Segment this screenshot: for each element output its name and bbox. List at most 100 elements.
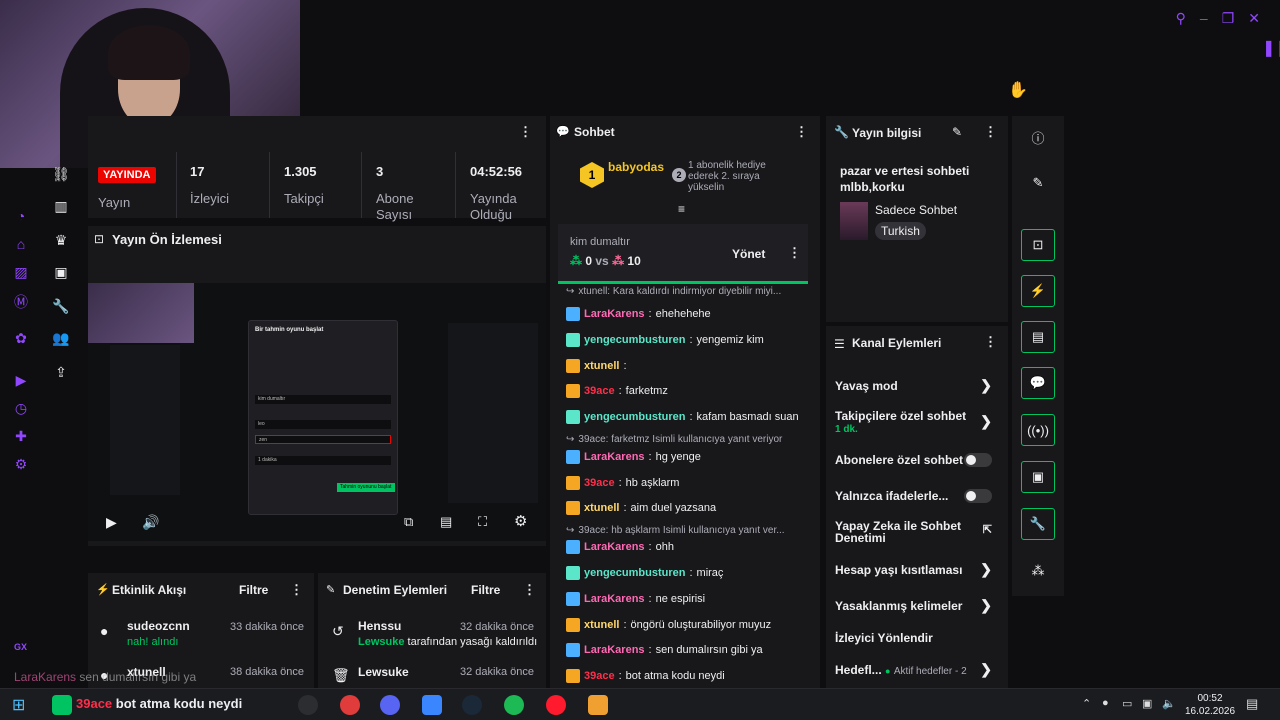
speaker-icon[interactable]: 🔈: [1162, 697, 1176, 710]
chat-username[interactable]: xtunell: [584, 619, 619, 631]
network-icon[interactable]: ▣: [1142, 697, 1152, 710]
stream-stats: ⋮ YAYINDA Yayın 17 İzleyici 1.305 Takipç…: [88, 116, 546, 222]
steam-icon[interactable]: [462, 695, 482, 715]
chat-username[interactable]: LaraKarens: [584, 541, 645, 553]
discord-icon[interactable]: [380, 695, 400, 715]
media-icon[interactable]: ▣: [52, 264, 70, 282]
openai-icon[interactable]: ✿: [12, 330, 30, 348]
volume-icon[interactable]: 🔊: [142, 514, 159, 531]
tray-chevron-icon[interactable]: ⌃: [1082, 697, 1091, 710]
manage-button[interactable]: Yönet: [732, 247, 765, 261]
play-icon[interactable]: ▶: [106, 514, 117, 531]
goals-row[interactable]: Hedefl... ● Aktif hedefler - 2 ❯: [835, 661, 1000, 677]
activity-more-icon[interactable]: ⋮: [290, 582, 303, 598]
settings-icon[interactable]: ⚙: [12, 456, 30, 474]
chat-username[interactable]: xtunell: [584, 360, 619, 372]
video-player[interactable]: Bir tahmin oyunu başlat kim dumaltır leo…: [88, 283, 546, 541]
mod-more-icon[interactable]: ⋮: [523, 582, 536, 598]
category-name[interactable]: Sadece Sohbet: [875, 203, 957, 217]
twitch-icon[interactable]: ▨: [12, 264, 30, 282]
emotes-only-row[interactable]: Yalnızca ifadelerle...: [835, 489, 1000, 503]
restore-icon[interactable]: ❐: [1222, 10, 1235, 27]
info-more-icon[interactable]: ⋮: [984, 124, 997, 140]
chat-username[interactable]: 39ace: [584, 477, 615, 489]
stat-followers: 1.305 Takipçi: [284, 164, 324, 206]
pip-icon[interactable]: ⧉: [404, 514, 413, 530]
subs-only-toggle[interactable]: [964, 453, 992, 467]
channel-more-icon[interactable]: ⋮: [984, 334, 997, 350]
chat-more-icon[interactable]: ⋮: [795, 124, 808, 140]
battery-icon[interactable]: ▭: [1122, 697, 1132, 710]
mod-filter[interactable]: Filtre: [471, 583, 500, 597]
notification-icon[interactable]: ▤: [1246, 696, 1258, 712]
broadcast-icon[interactable]: ((•)): [1021, 414, 1055, 446]
banned-words-row[interactable]: Yasaklanmış kelimeler ❯: [835, 597, 1000, 613]
redirect-row[interactable]: İzleyici Yönlendir: [835, 631, 1000, 645]
chat-username[interactable]: yengecumbusturen: [584, 334, 685, 346]
trophy-icon[interactable]: ♛: [52, 232, 70, 250]
bolt-icon[interactable]: ⚡: [1021, 275, 1055, 307]
user-badge-icon: [566, 307, 580, 321]
activity-filter[interactable]: Filtre: [239, 583, 268, 597]
prediction-icon[interactable]: ⁂: [1021, 555, 1055, 587]
chat-username[interactable]: LaraKarens: [584, 308, 645, 320]
minimize-icon[interactable]: –: [1200, 10, 1208, 27]
extension-icon[interactable]: ⌂: [12, 236, 30, 254]
subs-only-row[interactable]: Abonelere özel sohbet: [835, 453, 1000, 467]
wrench-icon[interactable]: 🔧: [1021, 508, 1055, 540]
monitor-icon[interactable]: [422, 695, 442, 715]
edit-icon[interactable]: ✎: [952, 125, 962, 139]
app-icon[interactable]: [52, 695, 72, 715]
link-icon[interactable]: ⛓: [52, 166, 70, 184]
history-icon[interactable]: ◷: [12, 400, 30, 418]
chat-username[interactable]: 39ace: [584, 670, 615, 682]
raid-icon[interactable]: ▣: [1021, 461, 1055, 493]
messenger-icon[interactable]: Ⓜ: [12, 292, 30, 310]
followers-only-row[interactable]: Takipçilere özel sohbet 1 dk. ❯: [835, 409, 1000, 435]
left-outcome-icon: ⁂: [570, 254, 582, 268]
spotify-icon[interactable]: [504, 695, 524, 715]
unban-icon: ↺: [332, 623, 344, 639]
obs-icon[interactable]: [340, 695, 360, 715]
chat-username[interactable]: LaraKarens: [584, 644, 645, 656]
chat-username[interactable]: yengecumbusturen: [584, 411, 685, 423]
shield-icon: ✎: [326, 584, 336, 596]
upload-icon[interactable]: ⇪: [52, 364, 70, 382]
clock[interactable]: 00:52 16.02.2026: [1185, 692, 1235, 718]
emotes-only-toggle[interactable]: [964, 489, 992, 503]
slow-mode-row[interactable]: Yavaş mod ❯: [835, 377, 1000, 393]
theater-icon[interactable]: ▤: [440, 514, 452, 530]
player-icon[interactable]: ▶: [12, 372, 30, 390]
fullscreen-icon[interactable]: ⛶: [478, 514, 487, 530]
windows-start-icon[interactable]: ⊞: [12, 695, 25, 715]
speed-icon[interactable]: ◔: [12, 208, 30, 226]
chat-username[interactable]: LaraKarens: [584, 593, 645, 605]
video-settings-icon[interactable]: ⚙: [514, 512, 527, 530]
prediction-more-icon[interactable]: ⋮: [788, 245, 801, 261]
chat-bubble-icon[interactable]: 💬: [1021, 367, 1055, 399]
wrench-icon[interactable]: 🔧: [52, 298, 70, 316]
pencil-icon[interactable]: ✎: [1021, 167, 1055, 199]
clip-icon[interactable]: ⊡: [1021, 229, 1055, 261]
chat-username[interactable]: xtunell: [584, 502, 619, 514]
users-icon[interactable]: 👥: [52, 330, 70, 348]
close-icon[interactable]: ✕: [1248, 10, 1260, 27]
chat-message: 39ace: bot atma kodu neydi: [566, 669, 816, 683]
chrome-icon[interactable]: [298, 695, 318, 715]
chat-text: miraç: [696, 567, 724, 579]
ai-mod-row[interactable]: Yapay Zeka ile Sohbet Denetimi ⇱: [835, 520, 1000, 544]
app2-icon[interactable]: [588, 695, 608, 715]
analytics-icon[interactable]: ▥: [52, 198, 70, 216]
more-icon[interactable]: ⋮: [519, 124, 532, 140]
info-icon[interactable]: ⓘ: [1021, 121, 1055, 153]
search-icon[interactable]: ⚲: [1176, 10, 1186, 27]
age-restriction-row[interactable]: Hesap yaşı kısıtlaması ❯: [835, 561, 1000, 577]
chat-username[interactable]: 39ace: [584, 385, 615, 397]
mic-icon[interactable]: ●: [1102, 697, 1109, 709]
chat-username[interactable]: LaraKarens: [584, 451, 645, 463]
opera-gx-icon[interactable]: [546, 695, 566, 715]
chat-username[interactable]: yengecumbusturen: [584, 567, 685, 579]
collapse-icon[interactable]: ≡: [678, 202, 685, 216]
notes-icon[interactable]: ▤: [1021, 321, 1055, 353]
puzzle-icon[interactable]: ✚: [12, 428, 30, 446]
